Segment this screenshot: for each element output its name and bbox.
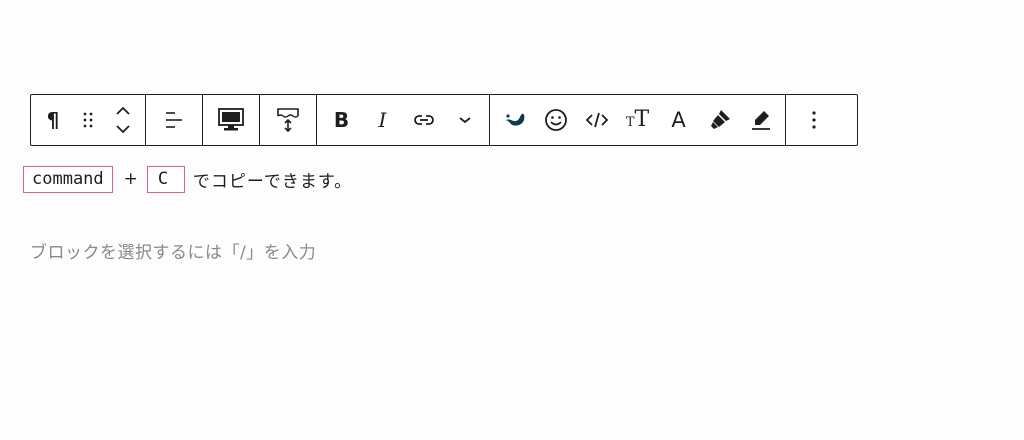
bold-button[interactable]: B (321, 95, 362, 145)
toolbar-group-block: ¶ (31, 95, 146, 145)
link-button[interactable] (403, 95, 444, 145)
paragraph-block-button[interactable]: ¶ (35, 95, 71, 145)
more-options-icon (811, 111, 816, 129)
chevron-down-icon (458, 117, 471, 124)
link-icon (413, 115, 434, 125)
toolbar-group-more (786, 95, 841, 145)
highlight-button[interactable] (740, 95, 781, 145)
italic-icon: I (378, 108, 387, 132)
move-up-down-icon (116, 106, 130, 134)
toolbar-group-height (260, 95, 317, 145)
code-icon (585, 112, 608, 128)
kbd-command: command (23, 165, 113, 193)
swell-icon (504, 113, 524, 126)
more-options-button[interactable] (790, 95, 837, 145)
block-toolbar: ¶ B I TT A (30, 94, 858, 146)
kbd-c: C (146, 165, 185, 193)
emoji-icon (544, 109, 567, 131)
block-placeholder[interactable]: ブロックを選択するには「/」を入力 (30, 238, 316, 263)
desktop-icon (218, 108, 244, 131)
block-height-icon (277, 108, 299, 133)
marker-icon (710, 110, 730, 129)
device-visibility-button[interactable] (207, 95, 255, 145)
align-button[interactable] (150, 95, 198, 145)
paragraph-text: でコピーできます。 (192, 171, 353, 192)
paragraph-icon: ¶ (46, 108, 60, 132)
toolbar-group-device (203, 95, 260, 145)
text-size-icon: TT (626, 109, 649, 131)
highlight-icon (751, 111, 770, 130)
paragraph-block[interactable]: command + C でコピーできます。 (23, 164, 352, 194)
italic-button[interactable]: I (362, 95, 403, 145)
drag-handle-icon (83, 112, 93, 128)
emoji-button[interactable] (535, 95, 576, 145)
toolbar-group-extra: TT A (490, 95, 786, 145)
block-height-button[interactable] (264, 95, 312, 145)
bold-icon: B (333, 108, 350, 132)
swell-button[interactable] (494, 95, 535, 145)
plus-sign: + (123, 169, 138, 189)
text-size-button[interactable]: TT (617, 95, 658, 145)
toolbar-group-align (146, 95, 203, 145)
align-left-icon (166, 112, 182, 128)
drag-handle-button[interactable] (71, 95, 105, 145)
toolbar-group-format: B I (317, 95, 490, 145)
more-formats-button[interactable] (444, 95, 485, 145)
code-button[interactable] (576, 95, 617, 145)
text-color-icon: A (671, 108, 686, 132)
marker-button[interactable] (699, 95, 740, 145)
text-size-large-t: T (634, 107, 650, 132)
move-block-button[interactable] (105, 95, 141, 145)
text-color-button[interactable]: A (658, 95, 699, 145)
